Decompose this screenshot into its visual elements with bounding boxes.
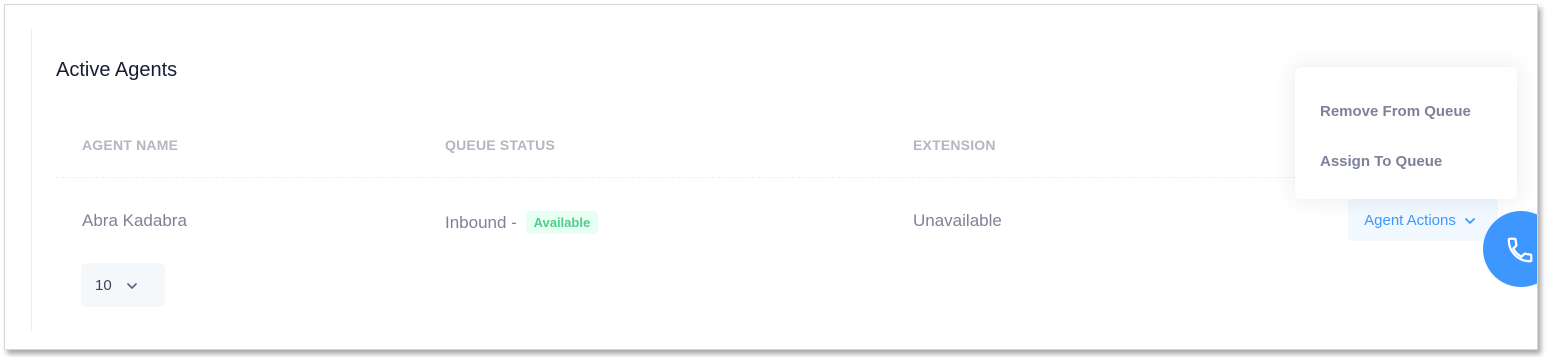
agent-actions-label: Agent Actions — [1364, 211, 1456, 229]
menu-item-remove-from-queue[interactable]: Remove From Queue — [1320, 103, 1471, 120]
queue-status-cell: Inbound - Available — [445, 211, 599, 234]
chevron-down-icon — [126, 279, 138, 291]
page-size-select[interactable]: 10 — [81, 263, 165, 307]
column-header-extension[interactable]: EXTENSION — [913, 137, 996, 153]
agent-actions-menu: Remove From Queue Assign To Queue — [1295, 67, 1517, 199]
phone-icon — [1507, 237, 1533, 263]
header-divider — [56, 177, 1491, 178]
screenshot-frame: Active Agents AGENT NAME QUEUE STATUS EX… — [4, 4, 1538, 350]
menu-item-assign-to-queue[interactable]: Assign To Queue — [1320, 153, 1442, 170]
chevron-down-icon — [1464, 214, 1476, 226]
agent-actions-button[interactable]: Agent Actions — [1348, 199, 1498, 241]
column-header-agent-name[interactable]: AGENT NAME — [82, 137, 178, 153]
agent-name-cell: Abra Kadabra — [82, 211, 187, 230]
column-header-queue-status[interactable]: QUEUE STATUS — [445, 137, 555, 153]
page-size-value: 10 — [95, 276, 112, 294]
extension-cell: Unavailable — [913, 211, 1002, 230]
card-title: Active Agents — [56, 59, 178, 81]
queue-status-prefix: Inbound - — [445, 213, 517, 232]
status-badge: Available — [525, 211, 599, 234]
